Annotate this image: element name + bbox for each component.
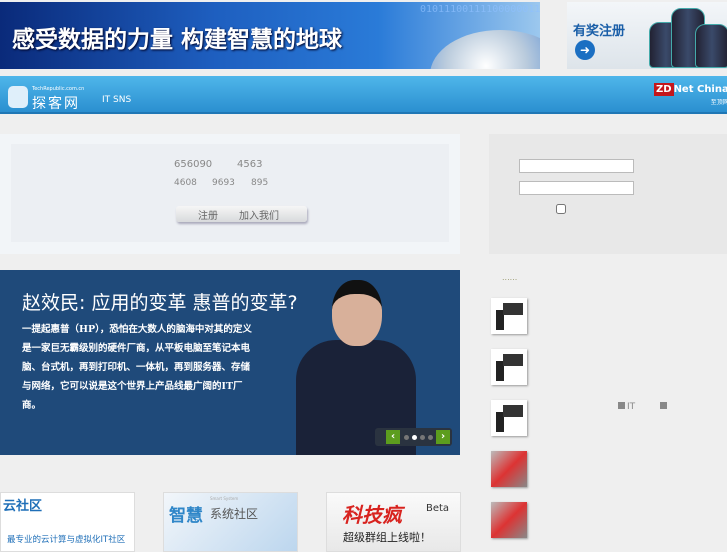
banner-bits: 0101110011110000001101110 xyxy=(420,4,540,15)
login-panel xyxy=(489,134,727,254)
slide-dot[interactable] xyxy=(428,435,433,440)
register-button[interactable]: 注册 xyxy=(198,207,218,222)
globe-image xyxy=(430,30,540,69)
slide-dot[interactable] xyxy=(420,435,425,440)
card-subtitle: 超级群组上线啦！ xyxy=(343,531,431,544)
photo-thumbnail[interactable] xyxy=(491,502,527,538)
square-icon xyxy=(618,402,625,409)
server-thumbnail[interactable] xyxy=(491,400,527,436)
zd-subtext: 至顶网 xyxy=(710,99,727,106)
card-title: 智慧 xyxy=(169,506,203,526)
slide-pager: ‹ › xyxy=(375,428,452,446)
stats-panel xyxy=(0,134,460,254)
next-slide-button[interactable]: › xyxy=(436,430,450,444)
card-title: 科技疯 xyxy=(342,503,402,527)
tech-crazy-card[interactable]: 科技疯 Beta 超级群组上线啦！ xyxy=(326,492,461,552)
card-subtitle: 最专业的云计算与虚拟化IT社区 xyxy=(7,535,126,545)
promo-label: 有奖注册 xyxy=(573,24,626,39)
feature-description: 一提起惠普（HP），恐怕在大数人的脑海中对其的定义是一家巨无霸级别的硬件厂商，从… xyxy=(22,324,252,411)
feature-title[interactable]: 赵效民: 应用的变革 惠普的变革? xyxy=(22,288,298,315)
join-us-button[interactable]: 加入我们 xyxy=(239,207,279,222)
nav-bar: TechRepublic.com.cn 探客网 IT SNS ZD Net Chi… xyxy=(0,76,727,114)
register-promo-ad[interactable]: 有奖注册 ➜ xyxy=(567,2,727,69)
nav-link-it-sns[interactable]: IT SNS xyxy=(102,95,131,105)
stat-value: 4563 xyxy=(237,159,263,170)
zdnet-china-logo[interactable]: ZD Net China 至顶网 xyxy=(654,83,727,106)
cloud-community-card[interactable]: 云社区 最专业的云计算与虚拟化IT社区 xyxy=(0,492,135,552)
smart-system-card[interactable]: 智慧 系统社区 Smart System xyxy=(163,492,298,552)
arrow-right-icon: ➜ xyxy=(575,40,595,60)
legend-label: IT xyxy=(627,402,636,412)
logo-text: 探客网 xyxy=(32,96,80,112)
remember-me-checkbox[interactable] xyxy=(556,204,566,214)
server-thumbnail[interactable] xyxy=(491,349,527,385)
zd-mark: ZD xyxy=(654,83,674,96)
legend-item xyxy=(660,402,669,412)
zd-text: Net China xyxy=(673,84,727,95)
stat-value: 4608 xyxy=(174,178,197,188)
backpack-image xyxy=(695,24,727,68)
banner-ad[interactable]: 0101110011110000001101110 感受数据的力量 构建智慧的地… xyxy=(0,2,540,69)
more-link[interactable]: ...... xyxy=(502,273,517,282)
slide-dot-active[interactable] xyxy=(412,435,417,440)
action-bar: 注册 加入我们 xyxy=(176,206,307,222)
card-tag: Smart System xyxy=(210,496,239,501)
card-title: 云社区 xyxy=(3,499,43,514)
prev-slide-button[interactable]: ‹ xyxy=(386,430,400,444)
photo-thumbnail[interactable] xyxy=(491,451,527,487)
banner-slogan: 感受数据的力量 构建智慧的地球 xyxy=(12,27,343,53)
stat-value: 9693 xyxy=(212,178,235,188)
slide-dot[interactable] xyxy=(404,435,409,440)
legend-item: IT xyxy=(618,402,635,412)
square-icon xyxy=(660,402,667,409)
logo-subtext: TechRepublic.com.cn xyxy=(32,86,85,92)
logo-icon xyxy=(8,86,28,108)
username-input[interactable] xyxy=(519,159,634,173)
beta-badge: Beta xyxy=(426,503,450,514)
server-thumbnail[interactable] xyxy=(491,298,527,334)
stat-value: 895 xyxy=(251,178,269,188)
stat-value: 656090 xyxy=(174,159,213,170)
card-title-2: 系统社区 xyxy=(210,507,259,521)
password-input[interactable] xyxy=(519,181,634,195)
